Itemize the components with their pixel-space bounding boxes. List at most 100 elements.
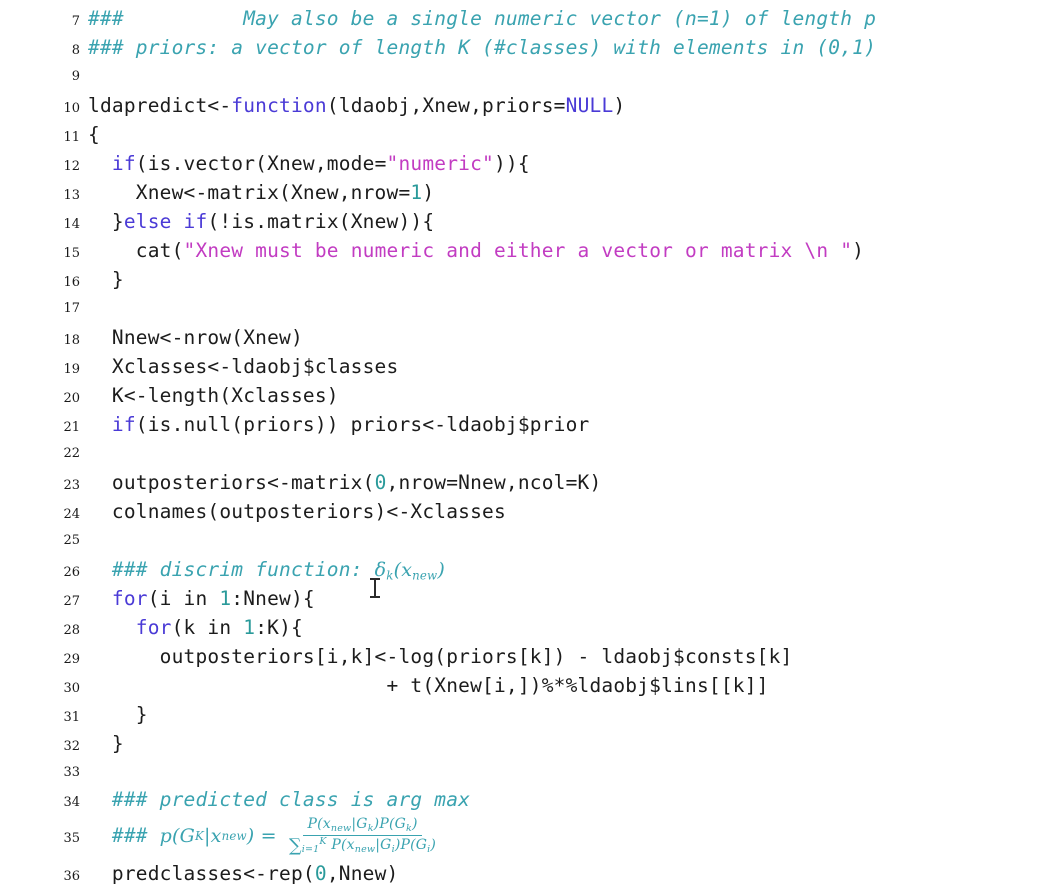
line-code[interactable]: }: [88, 265, 1049, 294]
line-code[interactable]: ### predicted class is arg max: [88, 787, 1049, 813]
line-number: 16: [63, 275, 80, 290]
line-code[interactable]: Xclasses<-ldaobj$classes: [88, 352, 1049, 381]
line-code[interactable]: ### priors: a vector of length K (#class…: [88, 33, 1049, 62]
code-token: Nnew<-nrow(Xnew): [88, 326, 303, 349]
delta-subscript: k: [386, 568, 394, 583]
line-code[interactable]: ### May also be a single numeric vector …: [88, 4, 1049, 33]
code-token: predclasses<-rep(: [88, 862, 315, 885]
code-token: {: [88, 123, 100, 146]
number-token: 0: [374, 471, 387, 494]
code-token: Xclasses<-ldaobj$classes: [88, 355, 399, 378]
code-editor[interactable]: 7 ### May also be a single numeric vecto…: [0, 0, 1049, 885]
line-code[interactable]: ldapredict<-function(ldaobj,Xnew,priors=…: [88, 91, 1049, 120]
code-token: Xnew<-matrix(Xnew,nrow=: [88, 181, 411, 204]
code-line[interactable]: 29 outposteriors[i,k]<-log(priors[k]) - …: [0, 642, 1049, 671]
x-symbol: x: [401, 559, 413, 581]
code-line[interactable]: 18 Nnew<-nrow(Xnew): [0, 323, 1049, 352]
number-token: 1: [410, 181, 423, 204]
sum-upper-limit: K: [319, 835, 327, 847]
code-line[interactable]: 14 }else if(!is.matrix(Xnew)){: [0, 207, 1049, 236]
line-code[interactable]: }: [88, 700, 1049, 729]
code-token: }: [88, 210, 124, 233]
code-token: ,nrow=Nnew,ncol=K): [386, 471, 602, 494]
line-number: 35: [63, 831, 80, 846]
code-line[interactable]: 10 ldapredict<-function(ldaobj,Xnew,prio…: [0, 91, 1049, 120]
line-code[interactable]: K<-length(Xclasses): [88, 381, 1049, 410]
code-line[interactable]: 8 ### priors: a vector of length K (#cla…: [0, 33, 1049, 62]
line-code[interactable]: ### p(G K | x new) = P(xnew|Gk)P(Gk) ∑i=1K P(…: [88, 813, 1049, 859]
code-line[interactable]: 16 }: [0, 265, 1049, 294]
line-code[interactable]: if(is.vector(Xnew,mode="numeric")){: [88, 149, 1049, 178]
line-code[interactable]: cat("Xnew must be numeric and either a v…: [88, 236, 1049, 265]
code-line[interactable]: 27 for(i in 1:Nnew){: [0, 584, 1049, 613]
conditional-bar: |: [204, 825, 211, 847]
code-line[interactable]: 7 ### May also be a single numeric vecto…: [0, 4, 1049, 33]
number-token: 0: [314, 862, 327, 885]
line-code[interactable]: }: [88, 729, 1049, 758]
line-code[interactable]: Nnew<-nrow(Xnew): [88, 323, 1049, 352]
code-line[interactable]: 24 colnames(outposteriors)<-Xclasses: [0, 497, 1049, 526]
line-code[interactable]: + t(Xnew[i,])%*%ldaobj$lins[[k]]: [88, 671, 1049, 700]
comment-token: ### priors: a vector of length K (#class…: [88, 36, 877, 59]
code-token: ldapredict<-: [88, 94, 232, 117]
line-code[interactable]: Xnew<-matrix(Xnew,nrow=1): [88, 178, 1049, 207]
x-symbol: x: [210, 825, 222, 847]
code-line[interactable]: 23 outposteriors<-matrix(0,nrow=Nnew,nco…: [0, 468, 1049, 497]
code-line[interactable]: 20 K<-length(Xclasses): [0, 381, 1049, 410]
code-line[interactable]: 26 ### discrim function: δk(xnew): [0, 555, 1049, 584]
string-token: "Xnew must be numeric and either a vecto…: [183, 239, 853, 262]
equals-sign: =: [254, 825, 284, 847]
code-token: outposteriors<-matrix(: [88, 471, 375, 494]
code-token: K<-length(Xclasses): [88, 384, 339, 407]
code-line[interactable]: 22: [0, 439, 1049, 468]
code-line[interactable]: 35 ### p(G K | x new) = P(xnew|Gk)P(Gk) ∑i=1K…: [0, 813, 1049, 859]
line-number: 26: [63, 565, 80, 580]
line-code[interactable]: colnames(outposteriors)<-Xclasses: [88, 497, 1049, 526]
line-code[interactable]: outposteriors[i,k]<-log(priors[k]) - lda…: [88, 642, 1049, 671]
numerator-part: )P(G: [373, 815, 406, 832]
delta-symbol: δ: [374, 559, 387, 581]
code-line[interactable]: 12 if(is.vector(Xnew,mode="numeric")){: [0, 149, 1049, 178]
line-number: 9: [71, 69, 80, 84]
line-number: 25: [63, 533, 80, 548]
line-code[interactable]: }else if(!is.matrix(Xnew)){: [88, 207, 1049, 236]
line-number: 30: [63, 681, 80, 696]
code-line[interactable]: 34 ### predicted class is arg max: [0, 787, 1049, 813]
code-line[interactable]: 31 }: [0, 700, 1049, 729]
line-code[interactable]: for(k in 1:K){: [88, 613, 1049, 642]
line-code[interactable]: outposteriors<-matrix(0,nrow=Nnew,ncol=K…: [88, 468, 1049, 497]
line-code[interactable]: predclasses<-rep(0,Nnew): [88, 859, 1049, 888]
code-line[interactable]: 36 predclasses<-rep(0,Nnew): [0, 859, 1049, 888]
code-line[interactable]: 17: [0, 294, 1049, 323]
code-line[interactable]: 33: [0, 758, 1049, 787]
fraction: P(xnew|Gk)P(Gk) ∑i=1K P(xnew|Gi)P(Gi): [285, 817, 440, 855]
paren-open: (: [172, 825, 180, 847]
code-token: + t(Xnew[i,])%*%ldaobj$lins[[k]]: [88, 674, 769, 697]
G-symbol: G: [179, 825, 196, 847]
code-line[interactable]: 11 {: [0, 120, 1049, 149]
math-posterior-expression: p(G K | x new) = P(xnew|Gk)P(Gk) ∑i=1K P(xnew…: [160, 813, 442, 859]
numerator-part: P(x: [307, 815, 331, 832]
code-line[interactable]: 21 if(is.null(priors)) priors<-ldaobj$pr…: [0, 410, 1049, 439]
code-line[interactable]: 30 + t(Xnew[i,])%*%ldaobj$lins[[k]]: [0, 671, 1049, 700]
line-code[interactable]: if(is.null(priors)) priors<-ldaobj$prior: [88, 410, 1049, 439]
line-code[interactable]: for(i in 1:Nnew){: [88, 584, 1049, 613]
code-line[interactable]: 15 cat("Xnew must be numeric and either …: [0, 236, 1049, 265]
code-line[interactable]: 13 Xnew<-matrix(Xnew,nrow=1): [0, 178, 1049, 207]
code-line[interactable]: 25: [0, 526, 1049, 555]
line-number: 15: [63, 246, 80, 261]
line-code[interactable]: {: [88, 120, 1049, 149]
line-number: 11: [63, 130, 80, 145]
code-line[interactable]: 9: [0, 62, 1049, 91]
code-line[interactable]: 28 for(k in 1:K){: [0, 613, 1049, 642]
code-token: (!is.matrix(Xnew)){: [207, 210, 435, 233]
code-token: (is.null(priors)) priors<-ldaobj$prior: [135, 413, 590, 436]
code-line[interactable]: 19 Xclasses<-ldaobj$classes: [0, 352, 1049, 381]
code-token: ): [613, 94, 626, 117]
line-number: 31: [63, 710, 80, 725]
code-line[interactable]: 32 }: [0, 729, 1049, 758]
line-number: 14: [63, 217, 80, 232]
comment-indent: [88, 813, 112, 859]
null-literal-token: NULL: [565, 94, 614, 117]
